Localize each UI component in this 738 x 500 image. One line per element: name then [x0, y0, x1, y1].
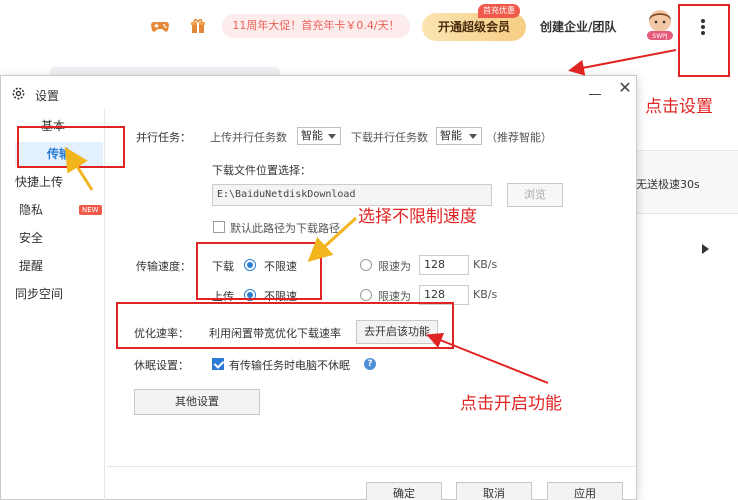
create-team-link[interactable]: 创建企业/团队: [540, 13, 616, 41]
chevron-down-icon: [328, 134, 336, 139]
annotation-box-settings: [678, 4, 730, 77]
other-settings-button[interactable]: 其他设置: [134, 389, 260, 415]
dialog-title: 设置: [35, 89, 60, 103]
annotation-box-optimize: [116, 302, 454, 349]
promo-banner[interactable]: 11周年大促！首充年卡￥0.4/天！: [222, 14, 410, 38]
avatar[interactable]: SWPJ: [645, 8, 675, 42]
annotation-box-speed: [196, 242, 322, 300]
upload-parallel-label: 上传并行任务数: [210, 131, 287, 144]
gamepad-icon[interactable]: [150, 16, 170, 36]
app-top-bar: 11周年大促！首充年卡￥0.4/天！ 开通超级会员 首充优惠 创建企业/团队 S…: [0, 0, 738, 58]
upload-unit-label: KB/s: [473, 288, 498, 301]
sidebar-item-sync-space[interactable]: 同步空间: [0, 282, 91, 306]
minimize-icon[interactable]: [589, 94, 601, 95]
sidebar-item-reminder[interactable]: 提醒: [0, 254, 83, 278]
upload-parallel-select[interactable]: 智能: [297, 127, 341, 145]
no-sleep-checkbox[interactable]: [212, 358, 224, 370]
parallel-label: 并行任务：: [136, 131, 191, 144]
parallel-hint: （推荐智能）: [486, 131, 552, 144]
no-sleep-label: 有传输任务时电脑不休眠: [229, 359, 350, 372]
download-limit-input[interactable]: 128: [419, 255, 469, 275]
sidebar-item-quick-upload[interactable]: 快捷上传: [0, 170, 91, 194]
close-icon[interactable]: ✕: [617, 80, 633, 96]
default-path-checkbox[interactable]: [213, 221, 225, 233]
gear-icon: [12, 87, 25, 100]
footer-divider: [106, 466, 636, 467]
annotation-click-enable: 点击开启功能: [460, 394, 562, 414]
speed-label: 传输速度：: [136, 260, 191, 273]
download-unit-label: KB/s: [473, 258, 498, 271]
download-path-label: 下载文件位置选择：: [212, 164, 311, 177]
play-icon[interactable]: [702, 244, 709, 254]
chevron-down-icon: [469, 134, 477, 139]
vip-offer-badge: 首充优惠: [478, 4, 520, 18]
download-limit-radio[interactable]: [360, 259, 372, 271]
apply-button[interactable]: 应用: [547, 482, 623, 500]
download-limit-label: 限速为: [378, 260, 411, 273]
avatar-badge-text: SWPJ: [652, 33, 667, 40]
help-icon[interactable]: ?: [364, 358, 376, 370]
gift-icon[interactable]: [188, 16, 208, 36]
browse-button[interactable]: 浏览: [507, 183, 563, 207]
upload-limit-radio[interactable]: [360, 289, 372, 301]
annotation-box-transfer: [17, 126, 125, 168]
download-parallel-select[interactable]: 智能: [436, 127, 482, 145]
default-path-label: 默认此路径为下载路径: [230, 222, 340, 235]
background-speed-text: 无送极速30s: [636, 178, 700, 191]
annotation-click-settings: 点击设置: [645, 97, 713, 117]
sidebar-item-security[interactable]: 安全: [0, 226, 83, 250]
sleep-label: 休眠设置：: [134, 359, 189, 372]
annotation-choose-unlimited: 选择不限制速度: [358, 207, 477, 227]
download-parallel-label: 下载并行任务数: [351, 131, 428, 144]
cancel-button[interactable]: 取消: [456, 482, 532, 500]
sidebar-item-privacy[interactable]: 隐私: [0, 198, 83, 222]
ok-button[interactable]: 确定: [366, 482, 442, 500]
